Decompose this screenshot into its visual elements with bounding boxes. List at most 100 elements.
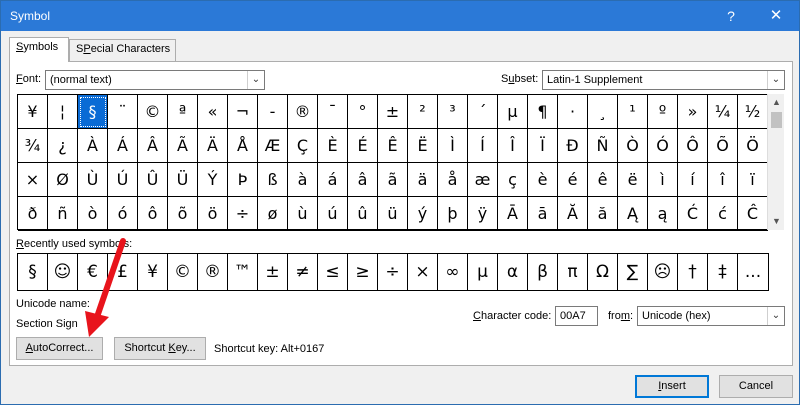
- symbol-cell[interactable]: Ñ: [588, 129, 618, 163]
- symbol-cell[interactable]: ¼: [708, 95, 738, 129]
- symbol-cell[interactable]: Ä: [198, 129, 228, 163]
- symbol-cell[interactable]: ä: [408, 163, 438, 197]
- symbol-cell[interactable]: ©: [138, 95, 168, 129]
- symbol-cell[interactable]: Æ: [258, 129, 288, 163]
- scrollbar-thumb[interactable]: [771, 112, 782, 128]
- help-button[interactable]: ?: [721, 6, 741, 26]
- symbol-cell[interactable]: Ì: [438, 129, 468, 163]
- symbol-cell[interactable]: Á: [108, 129, 138, 163]
- symbol-cell[interactable]: ô: [138, 197, 168, 231]
- symbol-cell[interactable]: ã: [378, 163, 408, 197]
- symbol-cell[interactable]: ¶: [528, 95, 558, 129]
- symbol-cell[interactable]: ¯: [318, 95, 348, 129]
- symbol-cell[interactable]: æ: [468, 163, 498, 197]
- symbol-cell[interactable]: í: [678, 163, 708, 197]
- symbol-cell[interactable]: Ý: [198, 163, 228, 197]
- recent-symbol-cell[interactable]: ±: [258, 254, 288, 290]
- symbol-cell[interactable]: ·: [558, 95, 588, 129]
- symbol-cell[interactable]: Õ: [708, 129, 738, 163]
- symbol-cell[interactable]: ±: [378, 95, 408, 129]
- symbol-cell[interactable]: ¹: [618, 95, 648, 129]
- character-code-input[interactable]: 00A7: [555, 306, 598, 326]
- recent-symbol-cell[interactable]: ☹: [648, 254, 678, 290]
- symbol-cell[interactable]: ê: [588, 163, 618, 197]
- recent-symbol-cell[interactable]: ®: [198, 254, 228, 290]
- symbol-cell[interactable]: Ą: [618, 197, 648, 231]
- symbol-cell[interactable]: Ö: [738, 129, 768, 163]
- symbol-cell[interactable]: ´: [468, 95, 498, 129]
- symbol-cell[interactable]: Ë: [408, 129, 438, 163]
- recent-symbol-cell[interactable]: §: [18, 254, 48, 290]
- symbol-cell[interactable]: ù: [288, 197, 318, 231]
- symbol-cell[interactable]: Ĉ: [738, 197, 768, 231]
- symbol-grid-scrollbar[interactable]: ▲ ▼: [767, 94, 784, 230]
- symbol-cell[interactable]: é: [558, 163, 588, 197]
- symbol-cell[interactable]: ÿ: [468, 197, 498, 231]
- symbol-cell[interactable]: ³: [438, 95, 468, 129]
- symbol-cell[interactable]: å: [438, 163, 468, 197]
- symbol-cell[interactable]: Â: [138, 129, 168, 163]
- symbol-cell[interactable]: ç: [498, 163, 528, 197]
- symbol-cell[interactable]: î: [708, 163, 738, 197]
- symbol-cell[interactable]: Ò: [618, 129, 648, 163]
- symbol-cell[interactable]: Å: [228, 129, 258, 163]
- symbol-cell[interactable]: ¥: [18, 95, 48, 129]
- cancel-button[interactable]: Cancel: [719, 375, 793, 398]
- recent-symbol-cell[interactable]: π: [558, 254, 588, 290]
- scroll-up-icon[interactable]: ▲: [768, 94, 785, 111]
- symbol-cell[interactable]: ª: [168, 95, 198, 129]
- tab-symbols[interactable]: Symbols: [9, 37, 69, 62]
- symbol-cell[interactable]: Ï: [528, 129, 558, 163]
- symbol-cell[interactable]: Đ: [558, 129, 588, 163]
- symbol-cell[interactable]: ñ: [48, 197, 78, 231]
- symbol-cell[interactable]: ø: [258, 197, 288, 231]
- symbol-cell[interactable]: ¾: [18, 129, 48, 163]
- symbol-cell[interactable]: Î: [498, 129, 528, 163]
- symbol-cell[interactable]: »: [678, 95, 708, 129]
- symbol-cell[interactable]: ü: [378, 197, 408, 231]
- recent-symbol-cell[interactable]: ≥: [348, 254, 378, 290]
- recent-symbol-cell[interactable]: ∑: [618, 254, 648, 290]
- symbol-cell[interactable]: û: [348, 197, 378, 231]
- symbol-cell[interactable]: ²: [408, 95, 438, 129]
- symbol-cell[interactable]: ð: [18, 197, 48, 231]
- symbol-cell[interactable]: Ü: [168, 163, 198, 197]
- recent-symbol-cell[interactable]: ≠: [288, 254, 318, 290]
- symbol-cell[interactable]: ą: [648, 197, 678, 231]
- symbol-cell[interactable]: Ú: [108, 163, 138, 197]
- recent-symbol-cell[interactable]: β: [528, 254, 558, 290]
- symbol-cell[interactable]: Ã: [168, 129, 198, 163]
- symbol-cell[interactable]: Ô: [678, 129, 708, 163]
- recent-symbol-cell[interactable]: ÷: [378, 254, 408, 290]
- scroll-down-icon[interactable]: ▼: [768, 213, 785, 230]
- symbol-cell[interactable]: ó: [108, 197, 138, 231]
- symbol-cell[interactable]: ï: [738, 163, 768, 197]
- symbol-cell[interactable]: Ó: [648, 129, 678, 163]
- symbol-cell[interactable]: Ă: [558, 197, 588, 231]
- symbol-cell[interactable]: ¨: [108, 95, 138, 129]
- symbol-cell[interactable]: §: [78, 95, 108, 129]
- symbol-cell[interactable]: ¬: [228, 95, 258, 129]
- symbol-cell[interactable]: À: [78, 129, 108, 163]
- recent-symbol-cell[interactable]: Ω: [588, 254, 618, 290]
- symbol-cell[interactable]: Ù: [78, 163, 108, 197]
- symbol-cell[interactable]: ½: [738, 95, 768, 129]
- symbol-cell[interactable]: ÷: [228, 197, 258, 231]
- symbol-cell[interactable]: ®: [288, 95, 318, 129]
- symbol-cell[interactable]: ì: [648, 163, 678, 197]
- symbol-cell[interactable]: Ø: [48, 163, 78, 197]
- symbol-cell[interactable]: à: [288, 163, 318, 197]
- recent-symbol-cell[interactable]: †: [678, 254, 708, 290]
- symbol-cell[interactable]: ë: [618, 163, 648, 197]
- recent-symbol-cell[interactable]: ™: [228, 254, 258, 290]
- recent-symbol-cell[interactable]: ∞: [438, 254, 468, 290]
- symbol-cell[interactable]: °: [348, 95, 378, 129]
- insert-button[interactable]: Insert: [635, 375, 709, 398]
- recent-symbol-cell[interactable]: α: [498, 254, 528, 290]
- symbol-cell[interactable]: Ê: [378, 129, 408, 163]
- symbol-cell[interactable]: ă: [588, 197, 618, 231]
- symbol-cell[interactable]: -: [258, 95, 288, 129]
- symbol-cell[interactable]: ¸: [588, 95, 618, 129]
- recent-symbol-cell[interactable]: ‡: [708, 254, 738, 290]
- symbol-cell[interactable]: â: [348, 163, 378, 197]
